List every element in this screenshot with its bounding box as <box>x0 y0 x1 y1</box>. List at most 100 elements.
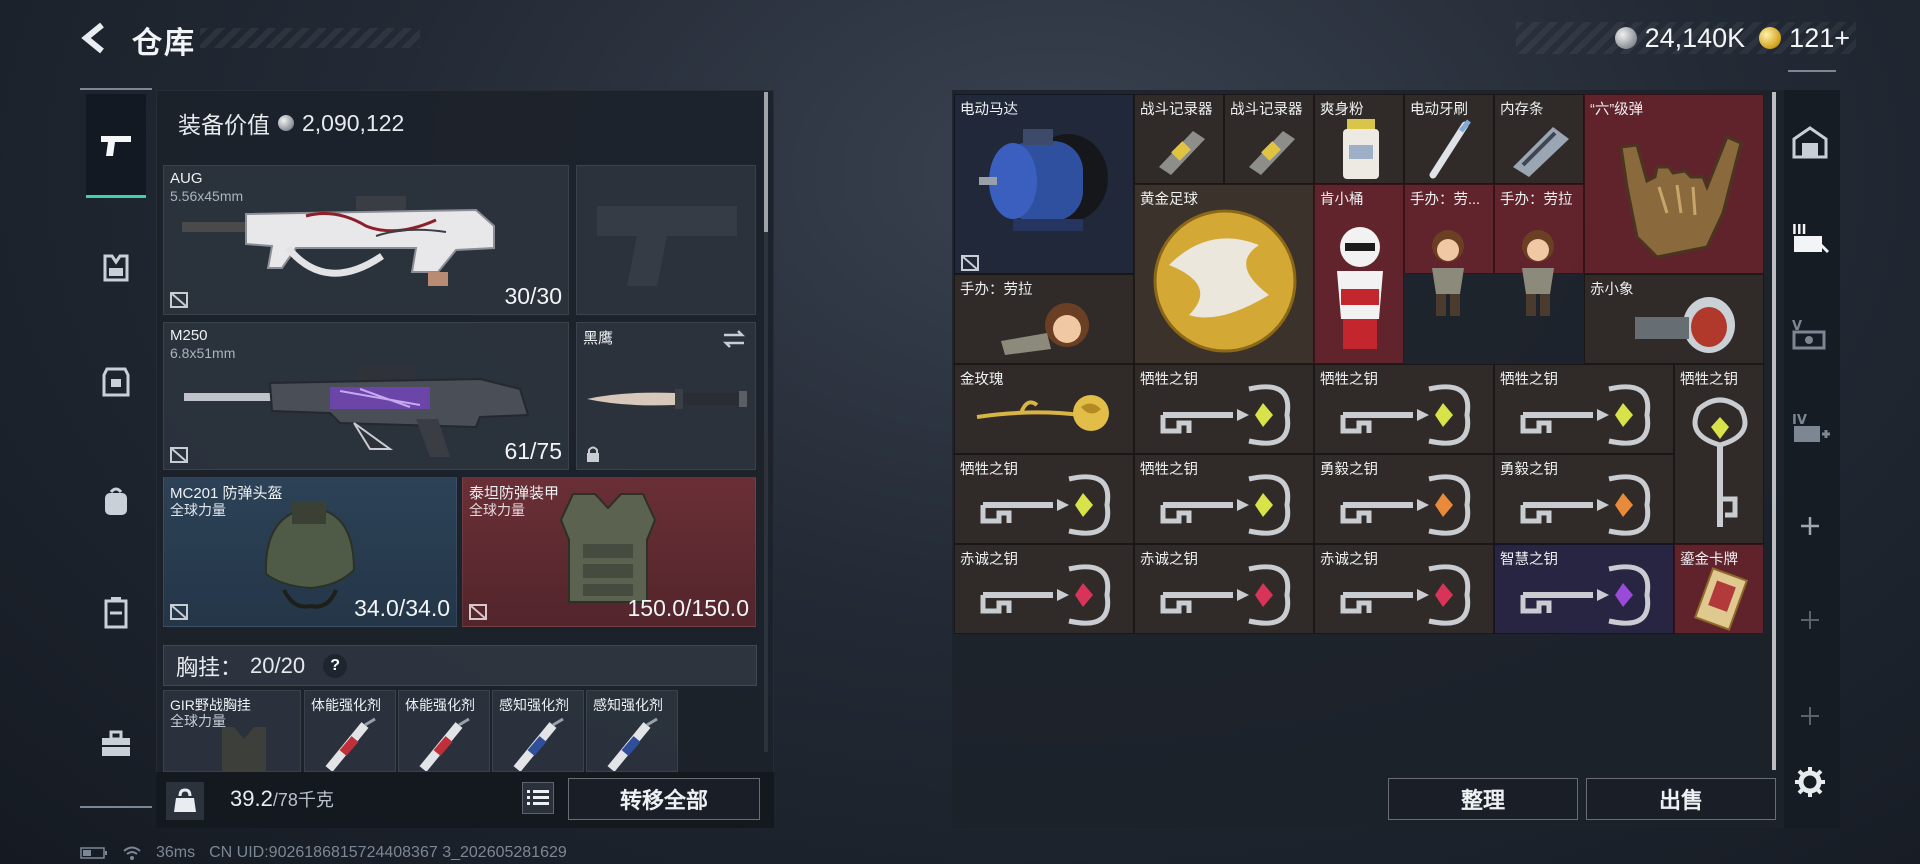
storage-item[interactable]: 牺牲之钥 <box>1674 364 1764 544</box>
courage-key-icon <box>1340 474 1471 536</box>
settings-button[interactable] <box>1790 762 1830 802</box>
storage-item[interactable]: 智慧之钥 <box>1494 544 1674 634</box>
no-durability-icon <box>170 447 188 463</box>
storage-tab-5[interactable]: V <box>1790 314 1830 354</box>
sacrifice-key-icon <box>980 474 1111 536</box>
vest-item-perception-1[interactable]: 感知强化剂 <box>492 690 584 772</box>
storage-box-5-icon: V <box>1792 319 1826 350</box>
storage-item[interactable]: 爽身粉 <box>1314 94 1404 184</box>
electric-motor-icon <box>979 129 1108 231</box>
transfer-all-button[interactable]: 转移全部 <box>568 778 760 820</box>
item-name: 感知强化剂 <box>499 697 569 713</box>
storage-tab-main[interactable] <box>1790 122 1830 162</box>
svg-text:IV: IV <box>1792 413 1807 428</box>
helmet-slot[interactable]: MC201 防弹头盔 全球力量 34.0/34.0 <box>163 477 457 627</box>
vest-item-stimulant-2[interactable]: 体能强化剂 <box>398 690 490 772</box>
storage-item[interactable]: 电动牙刷 <box>1404 94 1494 184</box>
vest-item-perception-2[interactable]: 感知强化剂 <box>586 690 678 772</box>
currency-bar: 24,140K 121+ <box>1516 22 1856 54</box>
gold-balance[interactable]: 121+ <box>1759 23 1850 54</box>
storage-item[interactable]: 牺牲之钥 <box>954 454 1134 544</box>
ping-text: 36ms <box>156 844 196 861</box>
storage-item[interactable]: 赤诚之钥 <box>954 544 1134 634</box>
status-bar: 36ms CN UID:9026186815724408367 3_202605… <box>80 844 567 862</box>
nav-case[interactable] <box>86 582 146 642</box>
storage-item[interactable]: 电动马达 <box>954 94 1134 274</box>
uid-text: CN UID:9026186815724408367 3_20260528162… <box>209 844 567 861</box>
melee-slot[interactable]: 黑鹰 <box>576 322 756 470</box>
item-name: 感知强化剂 <box>593 697 663 713</box>
body-armor-slot[interactable]: 泰坦防弹装甲 全球力量 150.0/150.0 <box>462 477 756 627</box>
storage-item[interactable]: 牺牲之钥 <box>1134 364 1314 454</box>
gilded-card-icon <box>1693 567 1749 631</box>
item-name: “六”级弹 <box>1590 102 1644 118</box>
vest-item-stimulant-1[interactable]: 体能强化剂 <box>304 690 396 772</box>
golden-rose-icon <box>976 395 1109 431</box>
storage-item[interactable]: 战斗记录器 <box>1134 94 1224 184</box>
sidearm-slot-empty[interactable] <box>576 165 756 315</box>
carry-weight: 39.2/78千克 <box>230 786 334 812</box>
storage-item[interactable]: 勇毅之钥 <box>1314 454 1494 544</box>
primary-weapon-slot-1[interactable]: AUG 5.56x45mm 30/30 <box>163 165 569 315</box>
ram-stick-icon <box>1513 127 1569 177</box>
kfc-figure-icon <box>1337 227 1383 349</box>
storage-item[interactable]: 肯小桶 <box>1314 184 1404 364</box>
storage-scrollbar[interactable] <box>1772 92 1776 770</box>
list-view-button[interactable] <box>522 782 554 814</box>
storage-item[interactable]: 黄金足球 <box>1134 184 1314 364</box>
pistol-icon <box>101 135 131 156</box>
combat-recorder-icon <box>1159 131 1205 175</box>
weapon-name: AUG <box>170 170 203 187</box>
weapon-name: M250 <box>170 327 208 344</box>
machine-gun-icon <box>184 365 530 457</box>
back-button[interactable] <box>78 20 112 56</box>
coin-amount: 24,140K <box>1644 22 1746 53</box>
equipment-scroll-thumb[interactable] <box>764 92 768 232</box>
nav-backpack[interactable] <box>86 472 146 532</box>
sort-button[interactable]: 整理 <box>1388 778 1578 820</box>
nav-armor[interactable] <box>86 352 146 412</box>
backpack-icon <box>105 487 127 515</box>
add-storage-tab-button[interactable] <box>1790 696 1830 736</box>
equipment-value-amount: 2,090,122 <box>302 109 405 136</box>
storage-item[interactable]: 牺牲之钥 <box>1494 364 1674 454</box>
storage-item[interactable]: 赤诚之钥 <box>1134 544 1314 634</box>
storage-item[interactable]: 鎏金卡牌 <box>1674 544 1764 634</box>
storage-item[interactable]: 赤小象 <box>1584 274 1764 364</box>
red-elephant-figure-icon <box>1635 297 1735 353</box>
storage-item[interactable]: 勇毅之钥 <box>1494 454 1674 544</box>
storage-item[interactable]: “六”级弹 <box>1584 94 1764 274</box>
chest-rig-capacity: 20/20 <box>250 652 306 678</box>
storage-item[interactable]: 牺牲之钥 <box>1134 454 1314 544</box>
nav-weapons[interactable] <box>86 94 146 198</box>
lara-lying-figurine-icon <box>1001 303 1089 355</box>
coin-balance[interactable]: 24,140K <box>1614 22 1746 54</box>
storage-item[interactable]: 战斗记录器 <box>1224 94 1314 184</box>
storage-tab-4[interactable]: IV <box>1790 408 1830 448</box>
add-storage-tab-button[interactable] <box>1790 600 1830 640</box>
storage-item[interactable]: 赤诚之钥 <box>1314 544 1494 634</box>
storage-tab-3[interactable]: III <box>1790 218 1830 258</box>
swap-arrows-icon[interactable] <box>721 329 747 349</box>
storage-item[interactable]: 手办：劳拉 <box>954 274 1134 364</box>
helmet-icon <box>264 502 356 609</box>
nav-vest[interactable] <box>86 238 146 298</box>
sell-button[interactable]: 出售 <box>1586 778 1776 820</box>
chest-rig-slot[interactable]: GIR野战胸挂 全球力量 <box>163 690 301 773</box>
storage-item[interactable]: 牺牲之钥 <box>1314 364 1494 454</box>
item-name: 内存条 <box>1500 102 1544 118</box>
armor-faction: 全球力量 <box>469 502 525 518</box>
plus-icon <box>1801 517 1819 535</box>
nav-toolbox[interactable] <box>86 714 146 774</box>
primary-weapon-slot-2[interactable]: M250 6.8x51mm 61/75 <box>163 322 569 470</box>
no-durability-icon <box>170 604 188 620</box>
equipment-value-label: 装备价值 <box>178 112 270 138</box>
storage-item[interactable]: 内存条 <box>1494 94 1584 184</box>
item-name: 电动牙刷 <box>1410 102 1468 118</box>
add-storage-tab-button[interactable] <box>1790 506 1830 546</box>
storage-item[interactable]: 金玫瑰 <box>954 364 1134 454</box>
helmet-faction: 全球力量 <box>170 502 226 518</box>
sacrifice-key-icon <box>1160 384 1291 446</box>
help-button[interactable]: ? <box>323 653 348 678</box>
item-name: 体能强化剂 <box>311 697 381 713</box>
